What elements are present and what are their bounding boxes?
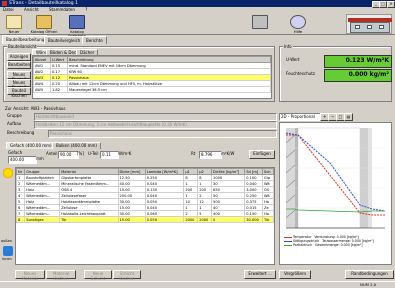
neue-schicht-button[interactable]: Neue Schicht (84, 270, 112, 281)
schicht-loeschen-button[interactable]: Schicht löschen (113, 270, 141, 281)
layer-cell: Tür (262, 216, 274, 223)
title-bar: STrans - Detailbauteilkatalog 1 _ □ × (0, 0, 395, 8)
bauteil-row[interactable]: AW5 1.82 Mauerziegel 36.5 cm (33, 86, 271, 93)
layer-cell: 0 (211, 216, 246, 223)
neues-material-button[interactable]: Neues Material (15, 270, 45, 281)
neues-bauteil-copy-button[interactable]: Neues Bauteil (7, 79, 31, 90)
gefach-field[interactable]: 400.00 (8, 156, 37, 164)
printer-icon (252, 15, 268, 29)
diagram-area: Temperatur Verdunstung: 0.000 [kg/m²] Sä… (279, 122, 392, 265)
innen-label: innen (2, 257, 12, 261)
tab-bauteilbearbeitung[interactable]: Bauteilbearbeitung (2, 35, 49, 44)
menu-stammdaten[interactable]: Stammdaten (49, 7, 75, 12)
feuchteschutz-value: 0.000 kg/m² (324, 69, 392, 82)
u-wert-value: 0.123 W/m²K (324, 55, 392, 68)
layer-cell: 0.050 (144, 216, 185, 223)
open-catalog-label: Katalog Öffnen (30, 30, 58, 34)
menu-ansicht[interactable]: Ansicht (24, 7, 39, 12)
bauteil-cell: 1.82 (50, 86, 68, 93)
layer-row[interactable]: 8 Sonstiges Tür 15.00 0.050 2000 2000 0 30.000 Tü… (16, 216, 274, 223)
layer-cell: 2000 (197, 216, 213, 223)
feuchteschutz-label: Feuchteschutz (286, 71, 315, 76)
chart-legend: Temperatur Verdunstung: 0.000 [kg/m²] Sä… (284, 235, 390, 263)
info-title: Info (283, 44, 293, 49)
u-teil-label: U-Teil (88, 151, 99, 156)
beschreibung-label: Beschreibung (7, 130, 35, 135)
help-button[interactable]: Hilfe (286, 14, 310, 34)
help-label: Hilfe (293, 30, 303, 34)
layer-cell: 30.000 (244, 216, 264, 223)
anteil-unit: [%] (77, 151, 84, 156)
window-title: STrans - Detailbauteilkatalog 1 (9, 1, 78, 6)
open-catalog-button[interactable]: Katalog Öffnen (30, 14, 58, 34)
layer-cell: Tür (59, 216, 119, 223)
toolbar: Neuer Katalog Katalog Öffnen Katalog Spe… (0, 13, 395, 38)
u-wert-label: U-Wert (286, 57, 300, 62)
layer-cell: 2000 (183, 216, 199, 223)
layer-cell: 15.00 (117, 216, 146, 223)
menu-datei[interactable]: Datei (3, 7, 14, 12)
new-catalog-button[interactable]: Neuer Katalog (2, 14, 26, 38)
beschreibung-field[interactable]: Passivhaus (48, 130, 277, 138)
anteil-field[interactable]: 90.00 (58, 151, 79, 159)
gefach-label: Gefach (8, 150, 23, 155)
vergroessern-button[interactable]: Vergrößern (279, 270, 311, 279)
menu-help[interactable]: ? (85, 7, 87, 12)
bauteilansicht-group: Bauteilansicht Anzeigen Bearbeiten Neues… (3, 44, 275, 102)
neues-bauteil-button[interactable]: Neues Bauteil (7, 71, 31, 82)
bauteil-cell: AW5 (33, 86, 51, 93)
status-bar: NUM 2.0 (0, 281, 395, 287)
save-disk-icon (69, 15, 85, 29)
anteil-label: Anteil (46, 151, 58, 156)
save-catalog-button[interactable]: Katalog Speichern (62, 14, 92, 38)
sun-icon (2, 167, 14, 179)
layer-table: Nr Gruppe Material Dicke [mm] Lambda [W/m*K]… (15, 167, 275, 265)
aussen-label: außen (1, 239, 12, 243)
gruppe-field[interactable]: Holzleichtbauwand (34, 113, 277, 121)
main-tabs: Bauteilbearbeitung Bauteilvergleich Beri… (0, 35, 395, 44)
view-select-value: 2D - Proportional (281, 114, 315, 119)
layer-cell: 8 (16, 216, 26, 223)
layer-params: Gefach 400.00 mm Anteil 90.00 [%] U-Teil… (6, 150, 275, 164)
printer-button[interactable] (245, 14, 275, 34)
randbedingungen-button[interactable]: Randbedingungen (345, 270, 394, 279)
help-icon (290, 15, 306, 29)
rt-label: Rt (191, 151, 196, 156)
bauteil-cell: Mauerziegel 36.5 cm (67, 86, 271, 93)
print-icon[interactable]: ▤ (344, 113, 353, 121)
u-teil-unit: W/m²K (118, 151, 132, 156)
material-loeschen-button[interactable]: Material löschen (46, 270, 76, 281)
aufbau-label: Aufbau (7, 121, 22, 126)
info-group: Info U-Wert 0.123 W/m²K Feuchteschutz 0.… (279, 44, 392, 102)
rt-unit: m²K/W (221, 151, 235, 156)
ansicht-title: Zur Ansicht: AW3 - Passivhaus (5, 106, 66, 111)
rt-field: 8.796 (199, 151, 222, 159)
legend-item-partial: Partialdruck Gesamtmenge: 0.000 [kg/m²] (284, 243, 390, 247)
chart-toolbar: + − ▢ ▤ (320, 113, 392, 121)
new-catalog-icon (6, 15, 22, 29)
status-right: NUM 2.0 (360, 282, 377, 287)
tab-gefach[interactable]: Gefach (400.00 mm) (6, 142, 56, 149)
aufbau-field[interactable]: Holzbalken 12 cm Dämmung, 3 cm Holzwolle… (34, 121, 277, 129)
view-select[interactable]: 2D - Proportional (279, 113, 322, 121)
tab-berichte[interactable]: Berichte (82, 36, 107, 44)
building-logo (346, 14, 392, 34)
bauteil-table: Kürzel U-Wert Beschreibung AW1 0.15 mind. … (32, 55, 272, 99)
anzeigen-button[interactable]: Anzeigen (7, 53, 31, 61)
gefach-unit: mm (36, 156, 44, 161)
bauteil-loeschen-button[interactable]: Bauteil löschen (7, 87, 31, 98)
layer-cell: Sonstiges (24, 216, 61, 223)
u-teil-field: 0.11 (100, 151, 119, 159)
bearbeiten-button[interactable]: Bearbeiten (7, 61, 31, 69)
tab-balken[interactable]: Balken (400.00 mm) (52, 142, 101, 149)
einfuegen-button[interactable]: Einfügen (249, 150, 275, 159)
gruppe-label: Gruppe (7, 113, 22, 118)
innen-icon (3, 246, 13, 256)
tab-bauteilvergleich[interactable]: Bauteilvergleich (44, 36, 85, 44)
erweitert-button[interactable]: Erweitert ... (244, 270, 276, 279)
app-icon (2, 1, 7, 6)
folder-icon (36, 15, 52, 29)
